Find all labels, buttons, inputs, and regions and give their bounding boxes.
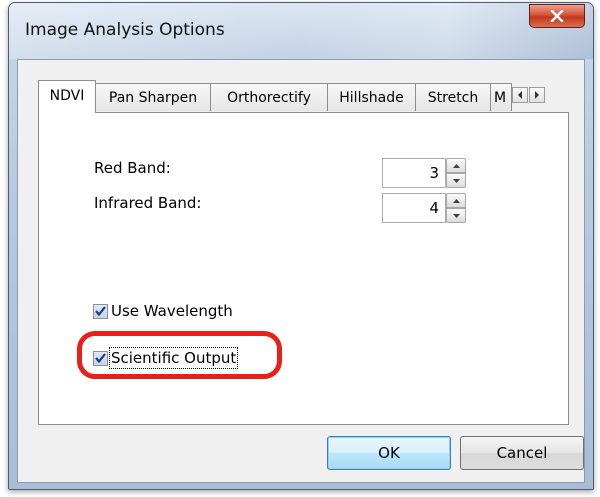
tab-pan-sharpen[interactable]: Pan Sharpen: [95, 83, 211, 111]
checkmark-icon: [95, 306, 106, 316]
spin-down-icon: [452, 213, 460, 218]
infrared-band-increment-button[interactable]: [446, 193, 466, 208]
red-band-input[interactable]: 3: [382, 158, 446, 188]
tab-scroll-left-button[interactable]: [512, 87, 528, 103]
title-bar[interactable]: Image Analysis Options: [9, 3, 593, 59]
red-band-spinner[interactable]: [446, 158, 466, 188]
tab-hillshade[interactable]: Hillshade: [327, 83, 416, 111]
scientific-output-label: Scientific Output: [108, 347, 239, 369]
ok-button[interactable]: OK: [327, 436, 451, 470]
dialog-body: NDVI Pan Sharpen Orthorectify Hillshade …: [17, 59, 585, 483]
infrared-band-input[interactable]: 4: [382, 193, 446, 223]
infrared-band-decrement-button[interactable]: [446, 208, 466, 223]
red-band-increment-button[interactable]: [446, 158, 466, 173]
arrow-right-icon: [535, 91, 539, 99]
infrared-band-label: Infrared Band:: [94, 194, 202, 212]
tab-strip: NDVI Pan Sharpen Orthorectify Hillshade …: [38, 80, 568, 113]
close-icon: [550, 10, 564, 22]
checkbox-box[interactable]: [93, 303, 108, 319]
ndvi-tab-panel: Red Band: 3 Infrared Band: 4 Use Wavelen…: [38, 112, 569, 425]
scientific-output-checkbox[interactable]: Scientific Output: [93, 347, 239, 369]
checkbox-box[interactable]: [93, 350, 108, 366]
cancel-button[interactable]: Cancel: [460, 436, 584, 470]
arrow-left-icon: [518, 91, 522, 99]
red-band-decrement-button[interactable]: [446, 173, 466, 188]
use-wavelength-checkbox[interactable]: Use Wavelength: [93, 302, 233, 320]
tab-scroll-right-button[interactable]: [529, 87, 545, 103]
checkmark-icon: [95, 353, 106, 363]
tab-orthorectify[interactable]: Orthorectify: [210, 83, 328, 111]
spin-up-icon: [452, 198, 460, 203]
tab-stretch[interactable]: Stretch: [415, 83, 491, 111]
spin-down-icon: [452, 178, 460, 183]
image-analysis-options-dialog: Image Analysis Options NDVI Pan Sharpen …: [8, 2, 594, 490]
tab-truncated[interactable]: M: [490, 83, 512, 111]
tab-ndvi[interactable]: NDVI: [38, 80, 96, 113]
infrared-band-spinner[interactable]: [446, 193, 466, 223]
use-wavelength-label: Use Wavelength: [111, 302, 233, 320]
spin-up-icon: [452, 163, 460, 168]
close-button[interactable]: [529, 4, 585, 28]
window-title: Image Analysis Options: [25, 20, 225, 40]
red-band-label: Red Band:: [94, 159, 171, 177]
